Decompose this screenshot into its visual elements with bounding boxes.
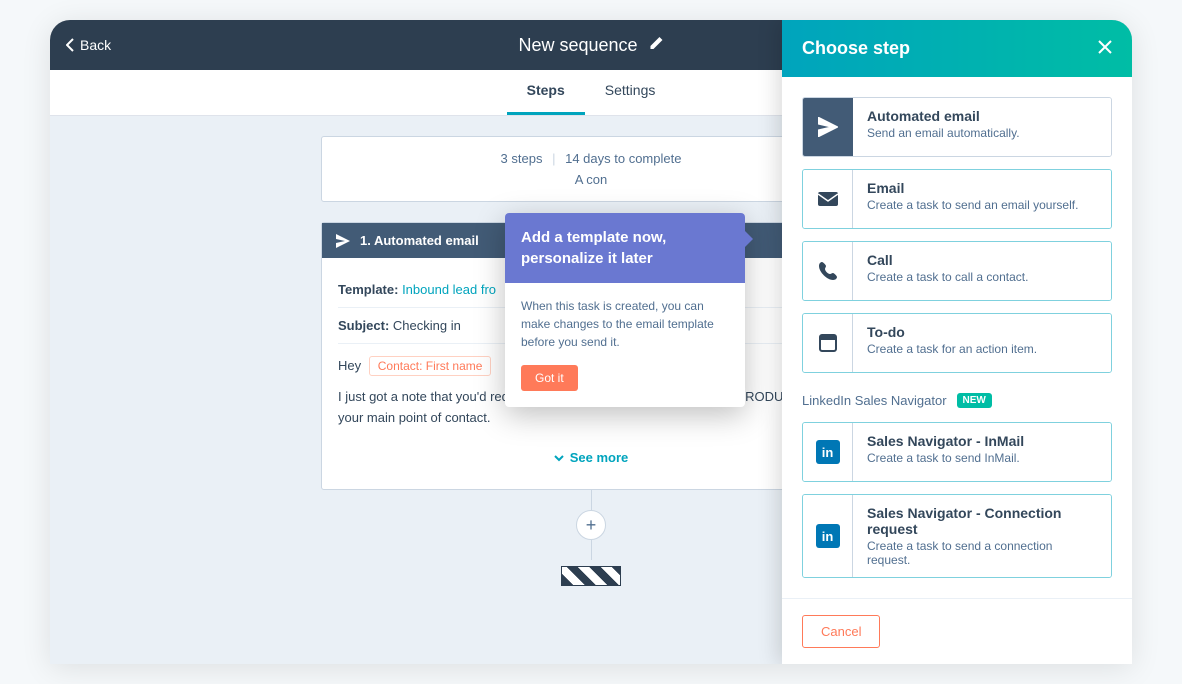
send-icon: [818, 117, 838, 137]
option-title: To-do: [867, 324, 1097, 340]
step-option-email[interactable]: Email Create a task to send an email you…: [802, 169, 1112, 229]
option-desc: Send an email automatically.: [867, 126, 1097, 140]
connector-line: [591, 490, 592, 510]
finish-flag: [561, 566, 621, 586]
linkedin-label: LinkedIn Sales Navigator: [802, 393, 947, 408]
option-desc: Create a task to call a contact.: [867, 270, 1097, 284]
linkedin-icon: in: [816, 440, 840, 464]
phone-icon: [818, 261, 838, 281]
step-option-call[interactable]: Call Create a task to call a contact.: [802, 241, 1112, 301]
send-icon: [336, 234, 350, 248]
panel-title: Choose step: [802, 38, 910, 59]
email-icon: [818, 189, 838, 209]
chevron-left-icon: [66, 38, 74, 52]
option-desc: Create a task for an action item.: [867, 342, 1097, 356]
option-desc: Create a task to send InMail.: [867, 451, 1097, 465]
back-button[interactable]: Back: [66, 37, 111, 53]
summary-card: 3 steps | 14 days to complete A con: [321, 136, 861, 202]
new-badge: NEW: [957, 393, 992, 408]
step-option-inmail[interactable]: in Sales Navigator - InMail Create a tas…: [802, 422, 1112, 482]
close-panel-button[interactable]: [1098, 38, 1112, 59]
linkedin-section-label: LinkedIn Sales Navigator NEW: [802, 393, 1112, 408]
see-more-button[interactable]: See more: [338, 440, 844, 475]
option-title: Call: [867, 252, 1097, 268]
todo-icon: [818, 333, 838, 353]
steps-count: 3 steps: [501, 151, 543, 166]
template-link[interactable]: Inbound lead fro: [402, 282, 496, 297]
edit-title-button[interactable]: [650, 36, 664, 55]
step-option-automated-email[interactable]: Automated email Send an email automatica…: [802, 97, 1112, 157]
email-greeting: Hey: [338, 358, 361, 373]
template-popover: Add a template now, personalize it later…: [505, 213, 745, 407]
step-option-todo[interactable]: To-do Create a task for an action item.: [802, 313, 1112, 373]
option-title: Sales Navigator - InMail: [867, 433, 1097, 449]
chevron-down-icon: [554, 453, 564, 463]
subject-label: Subject:: [338, 318, 389, 333]
popover-body: When this task is created, you can make …: [505, 283, 745, 365]
step-option-connection-request[interactable]: in Sales Navigator - Connection request …: [802, 494, 1112, 578]
close-icon: [1098, 40, 1112, 54]
choose-step-panel: Choose step Automated email Send an emai…: [782, 20, 1132, 664]
connector-line: [591, 540, 592, 560]
popover-title: Add a template now, personalize it later: [505, 213, 745, 283]
days-to-complete: 14 days to complete: [565, 151, 681, 166]
option-title: Automated email: [867, 108, 1097, 124]
subject-value: Checking in: [393, 318, 461, 333]
tab-steps[interactable]: Steps: [507, 70, 585, 115]
page-title: New sequence: [518, 35, 637, 56]
tab-settings[interactable]: Settings: [585, 70, 676, 115]
step-title: 1. Automated email: [360, 233, 479, 248]
got-it-button[interactable]: Got it: [521, 365, 578, 391]
option-desc: Create a task to send an email yourself.: [867, 198, 1097, 212]
cancel-button[interactable]: Cancel: [802, 615, 880, 648]
back-label: Back: [80, 37, 111, 53]
pencil-icon: [650, 36, 664, 50]
contact-token[interactable]: Contact: First name: [369, 356, 492, 376]
linkedin-icon: in: [816, 524, 840, 548]
option-title: Sales Navigator - Connection request: [867, 505, 1097, 537]
option-desc: Create a task to send a connection reque…: [867, 539, 1097, 567]
summary-subtitle: A con: [342, 172, 840, 187]
option-title: Email: [867, 180, 1097, 196]
add-step-button[interactable]: +: [576, 510, 606, 540]
template-label: Template:: [338, 282, 398, 297]
